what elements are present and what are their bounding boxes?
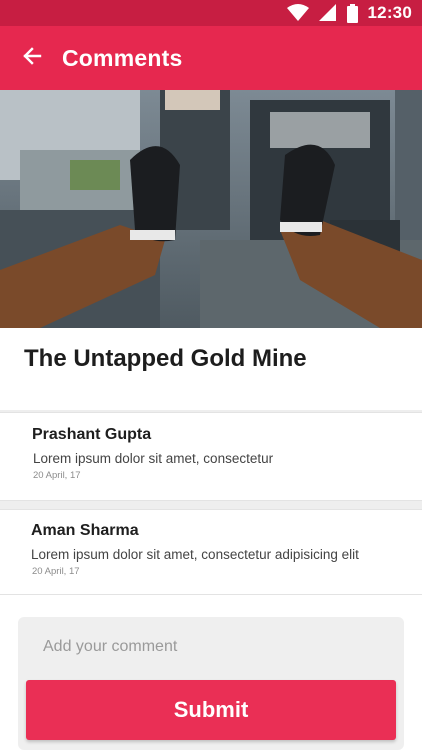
divider bbox=[0, 501, 422, 509]
status-bar: 12:30 bbox=[0, 0, 422, 26]
hero-photo bbox=[0, 90, 422, 328]
arrow-left-icon bbox=[22, 46, 42, 71]
comment-composer: Submit bbox=[18, 617, 404, 750]
page-title: Comments bbox=[62, 44, 183, 71]
battery-icon bbox=[346, 3, 358, 23]
back-button[interactable] bbox=[0, 26, 64, 90]
signal-icon bbox=[318, 4, 337, 22]
submit-button[interactable]: Submit bbox=[26, 680, 396, 740]
comment-date: 20 April, 17 bbox=[33, 470, 81, 481]
comment-date: 20 April, 17 bbox=[32, 566, 80, 577]
comment-text: Lorem ipsum dolor sit amet, consectetur bbox=[33, 451, 274, 466]
post-title: The Untapped Gold Mine bbox=[24, 345, 307, 372]
comment-item: Aman Sharma Lorem ipsum dolor sit amet, … bbox=[0, 509, 422, 595]
status-time: 12:30 bbox=[367, 3, 412, 22]
app-bar: Comments bbox=[0, 26, 422, 90]
comment-text: Lorem ipsum dolor sit amet, consectetur … bbox=[31, 547, 359, 562]
comment-input[interactable] bbox=[26, 627, 396, 667]
comment-author: Aman Sharma bbox=[31, 522, 139, 539]
wifi-icon bbox=[286, 4, 309, 22]
hero-image bbox=[0, 90, 422, 328]
post-title-card: The Untapped Gold Mine bbox=[0, 328, 422, 412]
comment-author: Prashant Gupta bbox=[32, 426, 152, 443]
comment-item: Prashant Gupta Lorem ipsum dolor sit ame… bbox=[0, 412, 422, 501]
